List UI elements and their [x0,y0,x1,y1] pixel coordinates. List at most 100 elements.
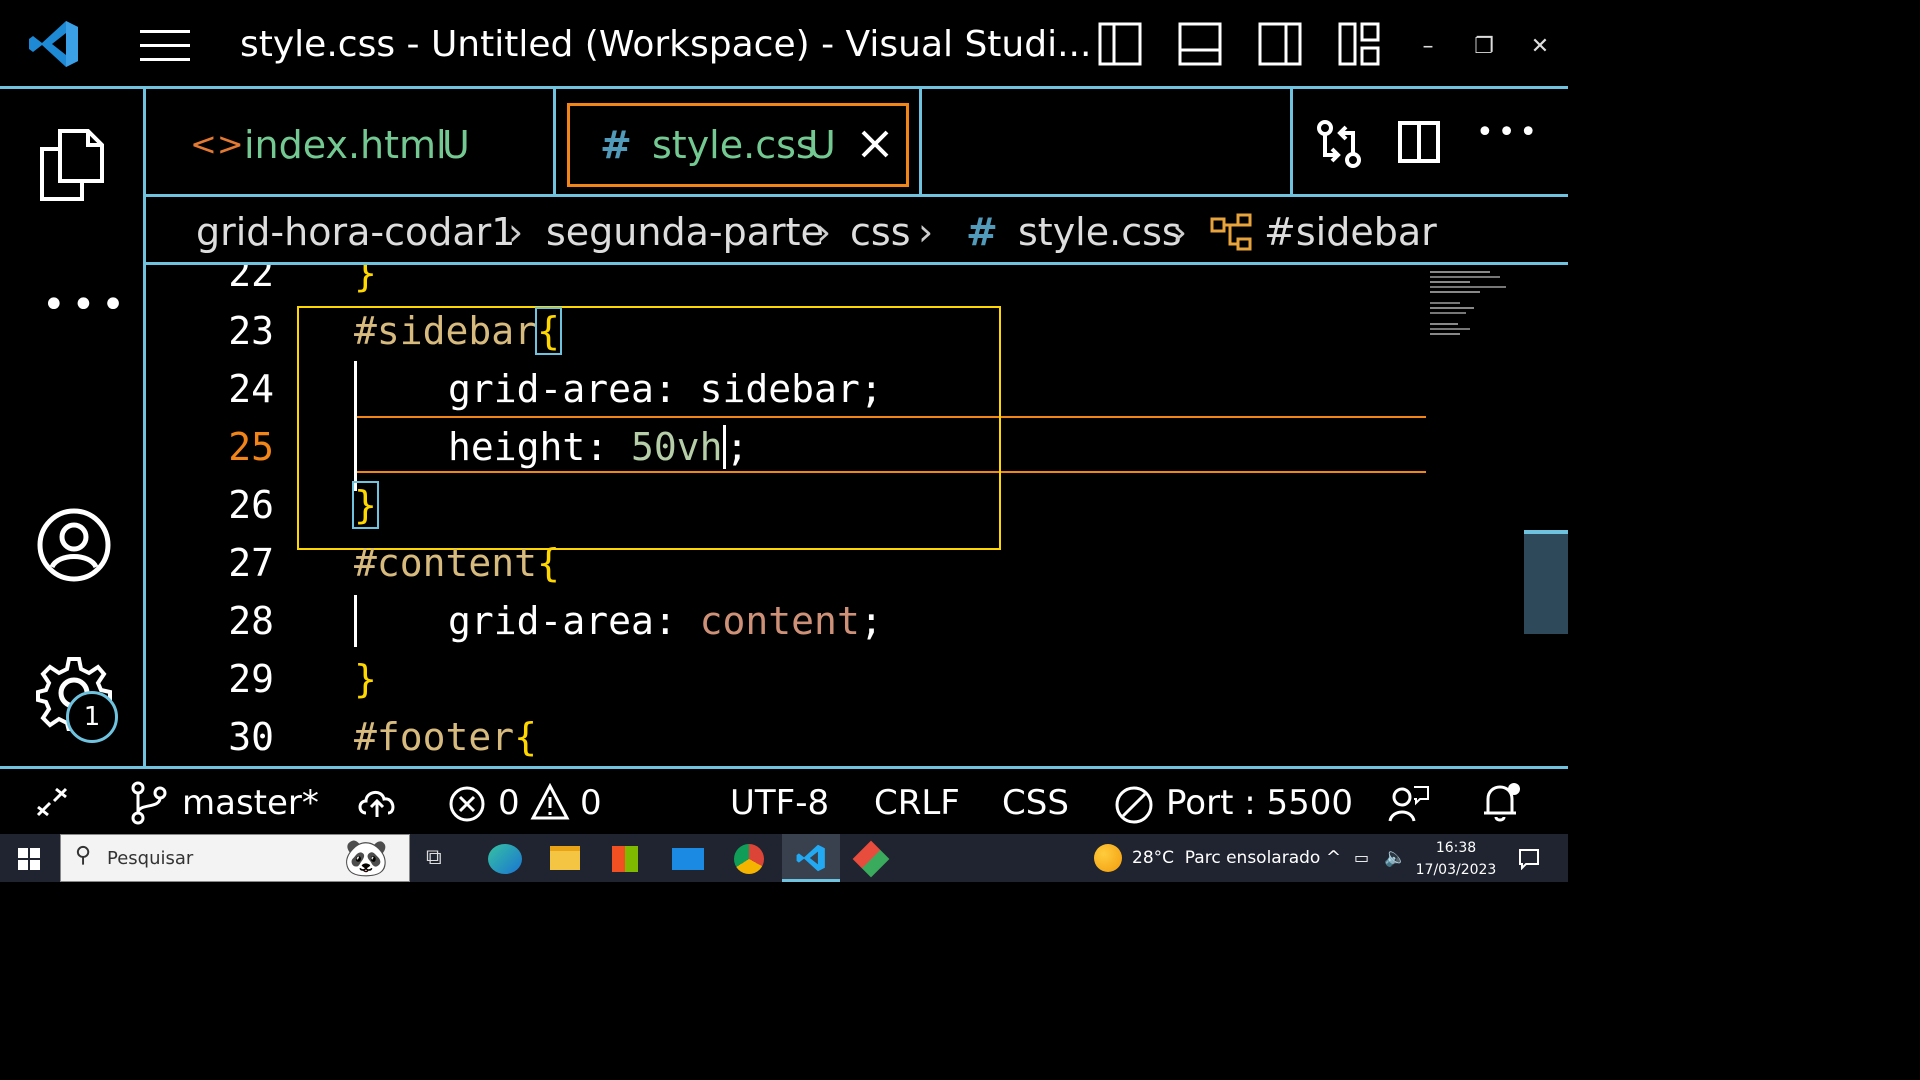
git-tool-icon[interactable] [852,840,890,878]
file-explorer-icon[interactable] [550,846,580,870]
code-line: } [354,265,377,295]
remote-indicator-icon[interactable] [36,785,68,819]
tab-index-html[interactable]: <> index.html U [146,89,556,194]
chevron-right-icon: › [816,210,832,254]
notifications-bell-icon[interactable] [1480,781,1522,823]
chrome-icon[interactable] [734,844,764,874]
tab-status: U [442,123,470,167]
weather-icon[interactable] [1094,844,1122,872]
css-file-icon: # [600,123,632,167]
toggle-panel-icon[interactable] [1178,22,1222,66]
code-line: } [352,481,379,529]
code-line: grid-area: sidebar; [448,367,883,411]
more-icon[interactable]: ••• [42,285,125,325]
tab-bar: <> index.html U # style.css U ••• [146,89,1568,197]
language-mode[interactable]: CSS [1002,781,1069,825]
line-number: 29 [228,657,274,701]
live-server-icon[interactable] [1114,785,1154,825]
vscode-logo-icon [29,21,78,67]
toggle-secondary-sidebar-icon[interactable] [1258,22,1302,66]
title-bar: style.css - Untitled (Workspace) - Visua… [0,0,1568,89]
manage-badge: 1 [66,691,118,743]
line-number: 24 [228,367,274,411]
encoding[interactable]: UTF-8 [730,781,829,825]
edge-icon[interactable] [488,844,522,874]
close-window-button[interactable]: ✕ [1520,34,1560,59]
vertical-scrollbar-thumb[interactable] [1524,530,1568,634]
line-number: 30 [228,715,274,759]
breadcrumb-item[interactable]: grid-hora-codar1 [196,209,515,255]
vscode-taskbar-button[interactable] [782,834,840,882]
feedback-icon[interactable] [1388,783,1430,823]
code-line: #sidebar{ [354,307,562,355]
split-editor-icon[interactable] [1398,121,1440,163]
breadcrumb: grid-hora-codar1 › segunda-parte › css ›… [146,197,1568,265]
accounts-icon[interactable] [36,507,112,583]
explorer-icon[interactable] [38,127,106,203]
sync-cloud-icon[interactable] [356,787,398,819]
chevron-up-icon[interactable]: ^ [1326,834,1341,882]
css-property: height: [448,425,609,469]
action-center-icon[interactable] [1518,848,1540,870]
chevron-right-icon: › [918,210,934,254]
clock-date[interactable]: 17/03/2023 [1412,860,1500,880]
breadcrumb-item[interactable]: segunda-parte [546,209,824,255]
source-control-branch-icon[interactable] [130,781,168,825]
html-file-icon: <> [190,125,244,163]
line-number: 28 [228,599,274,643]
css-property: grid-area: [448,367,677,411]
taskbar-search-box[interactable]: ⚲ Pesquisar 🐼 [60,834,410,882]
mail-icon[interactable] [672,848,704,870]
line-ending[interactable]: CRLF [874,781,960,825]
clock-time[interactable]: 16:38 [1418,838,1494,858]
network-icon[interactable]: ▭ [1354,834,1369,882]
code-line: grid-area: content; [448,599,883,643]
line-number-current: 25 [228,425,274,469]
css-value: 50vh [631,425,723,469]
search-highlight-panda-icon: 🐼 [343,838,389,879]
search-icon: ⚲ [75,843,92,868]
css-file-icon: # [966,210,998,254]
vscode-taskbar-icon [796,844,825,872]
symbol-selector-icon [1210,213,1252,251]
code-editor[interactable]: 22 } 23 #sidebar{ 24 grid-area: sidebar;… [146,265,1524,766]
toggle-primary-sidebar-icon[interactable] [1098,22,1142,66]
task-view-icon[interactable]: ⧉ [426,834,456,882]
customize-layout-icon[interactable] [1338,22,1382,66]
breadcrumb-item[interactable]: style.css [1018,209,1182,255]
chevron-right-icon: › [508,210,524,254]
restore-button[interactable]: ❐ [1464,34,1504,59]
warning-count[interactable]: 0 [580,781,602,825]
chevron-right-icon: › [1172,210,1188,254]
windows-start-icon[interactable] [18,848,40,870]
more-actions-icon[interactable]: ••• [1476,115,1541,150]
window-title: style.css - Untitled (Workspace) - Visua… [240,24,1092,65]
error-count[interactable]: 0 [498,781,520,825]
minimap[interactable] [1430,268,1520,378]
indent-guide [354,595,357,647]
line-number: 27 [228,541,274,585]
code-line: #content{ [354,541,560,585]
microsoft-store-icon[interactable] [612,846,638,872]
open-changes-icon[interactable] [1316,119,1362,169]
menu-icon[interactable] [140,30,190,61]
activity-bar: ••• 1 [0,89,146,766]
breadcrumb-item[interactable]: css [850,209,911,255]
warning-icon[interactable] [530,783,570,821]
volume-icon[interactable]: 🔈 [1384,834,1406,882]
indent-guide [354,361,357,491]
line-number: 26 [228,483,274,527]
status-bar: master* 0 0 UTF-8 CRLF CSS Port : 5500 [0,766,1568,834]
tab-label: index.html [244,123,447,167]
css-value: content [699,599,860,643]
search-placeholder: Pesquisar [107,848,194,869]
branch-name[interactable]: master* [182,781,319,825]
tab-style-css[interactable]: # style.css U [556,89,922,194]
minimize-button[interactable]: – [1408,34,1448,59]
live-server-port[interactable]: Port : 5500 [1166,781,1353,825]
breadcrumb-item[interactable]: #sidebar [1264,209,1437,255]
close-tab-icon[interactable] [860,129,890,159]
weather-text[interactable]: 28°C Parc ensolarado [1132,834,1320,882]
error-icon[interactable] [448,785,486,823]
css-property: grid-area: [448,599,677,643]
